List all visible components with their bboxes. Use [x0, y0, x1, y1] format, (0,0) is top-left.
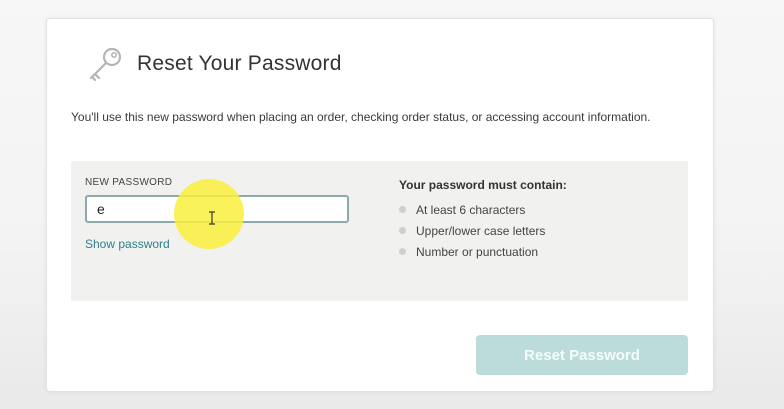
card-header: Reset Your Password: [85, 45, 342, 83]
key-icon: [85, 45, 125, 83]
reset-password-button[interactable]: Reset Password: [476, 335, 688, 375]
requirement-text: At least 6 characters: [416, 202, 526, 217]
requirement-item: At least 6 characters: [399, 199, 545, 220]
password-panel: NEW PASSWORD Show password Your password…: [71, 161, 688, 301]
requirements-list: At least 6 characters Upper/lower case l…: [399, 199, 545, 262]
new-password-input[interactable]: [85, 195, 349, 223]
new-password-label: NEW PASSWORD: [85, 177, 173, 188]
page: Reset Your Password You'll use this new …: [0, 0, 784, 409]
requirements-title: Your password must contain:: [399, 178, 567, 192]
requirement-item: Upper/lower case letters: [399, 220, 545, 241]
requirement-item: Number or punctuation: [399, 241, 545, 262]
requirement-text: Upper/lower case letters: [416, 223, 546, 238]
page-title: Reset Your Password: [137, 52, 342, 75]
show-password-link[interactable]: Show password: [85, 237, 170, 251]
requirement-dot-icon: [399, 206, 406, 213]
intro-text: You'll use this new password when placin…: [71, 110, 651, 124]
requirement-dot-icon: [399, 227, 406, 234]
requirement-dot-icon: [399, 248, 406, 255]
requirement-text: Number or punctuation: [416, 244, 539, 259]
reset-password-card: Reset Your Password You'll use this new …: [46, 18, 714, 392]
